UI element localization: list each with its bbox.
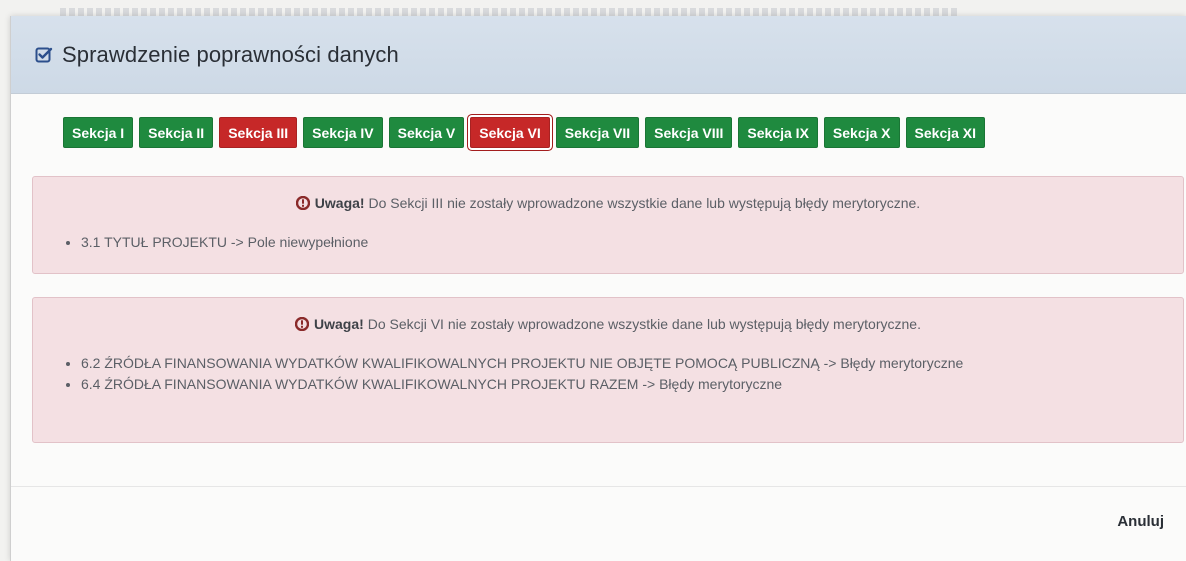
tab-sekcja-7[interactable]: Sekcja VII [555,117,640,148]
alert-section-iii: Uwaga! Do Sekcji III nie zostały wprowad… [32,176,1184,274]
tab-sekcja-1[interactable]: Sekcja I [63,117,134,148]
alert-message: Do Sekcji VI nie zostały wprowadzone wsz… [367,316,921,332]
alert-section-vi: Uwaga! Do Sekcji VI nie zostały wprowadz… [32,297,1184,443]
tab-sekcja-8[interactable]: Sekcja VIII [645,117,733,148]
tab-sekcja-3[interactable]: Sekcja III [219,117,298,148]
alert-heading: Uwaga! Do Sekcji III nie zostały wprowad… [33,177,1183,212]
cancel-button[interactable]: Anuluj [1117,513,1164,530]
tab-sekcja-10[interactable]: Sekcja X [823,117,900,148]
tab-sekcja-5[interactable]: Sekcja V [388,117,465,148]
exclamation-circle-icon [295,196,310,210]
dialog-header: Sprawdzenie poprawności danych [11,16,1186,94]
section-tabs: Sekcja I Sekcja II Sekcja III Sekcja IV Sekc… [63,117,986,148]
tab-sekcja-4[interactable]: Sekcja IV [303,117,383,148]
alert-error-item: 6.4 ŹRÓDŁA FINANSOWANIA WYDATKÓW KWALIFI… [81,376,1113,393]
alert-error-item: 3.1 TYTUŁ PROJEKTU -> Pole niewypełnione [81,234,1113,251]
footer-divider [11,486,1186,487]
check-square-icon [35,47,53,62]
tab-sekcja-9[interactable]: Sekcja IX [738,117,818,148]
tab-sekcja-6[interactable]: Sekcja VI [470,117,550,148]
background-page-text [60,8,960,16]
alert-strong: Uwaga! [314,316,364,332]
validation-dialog: Sprawdzenie poprawności danych Sekcja IS… [10,16,1186,561]
alert-error-list: 6.2 ŹRÓDŁA FINANSOWANIA WYDATKÓW KWALIFI… [33,355,1183,393]
tab-sekcja-11[interactable]: Sekcja XI [905,117,986,148]
alert-heading: Uwaga! Do Sekcji VI nie zostały wprowadz… [33,298,1183,333]
alert-error-item: 6.2 ŹRÓDŁA FINANSOWANIA WYDATKÓW KWALIFI… [81,355,1113,372]
alert-strong: Uwaga! [314,195,365,211]
alert-message: Do Sekcji III nie zostały wprowadzone ws… [368,195,921,211]
alert-error-list: 3.1 TYTUŁ PROJEKTU -> Pole niewypełnione [33,234,1183,251]
dialog-title: Sprawdzenie poprawności danych [62,41,399,67]
tab-sekcja-2[interactable]: Sekcja II [139,117,214,148]
exclamation-circle-icon [295,317,310,331]
